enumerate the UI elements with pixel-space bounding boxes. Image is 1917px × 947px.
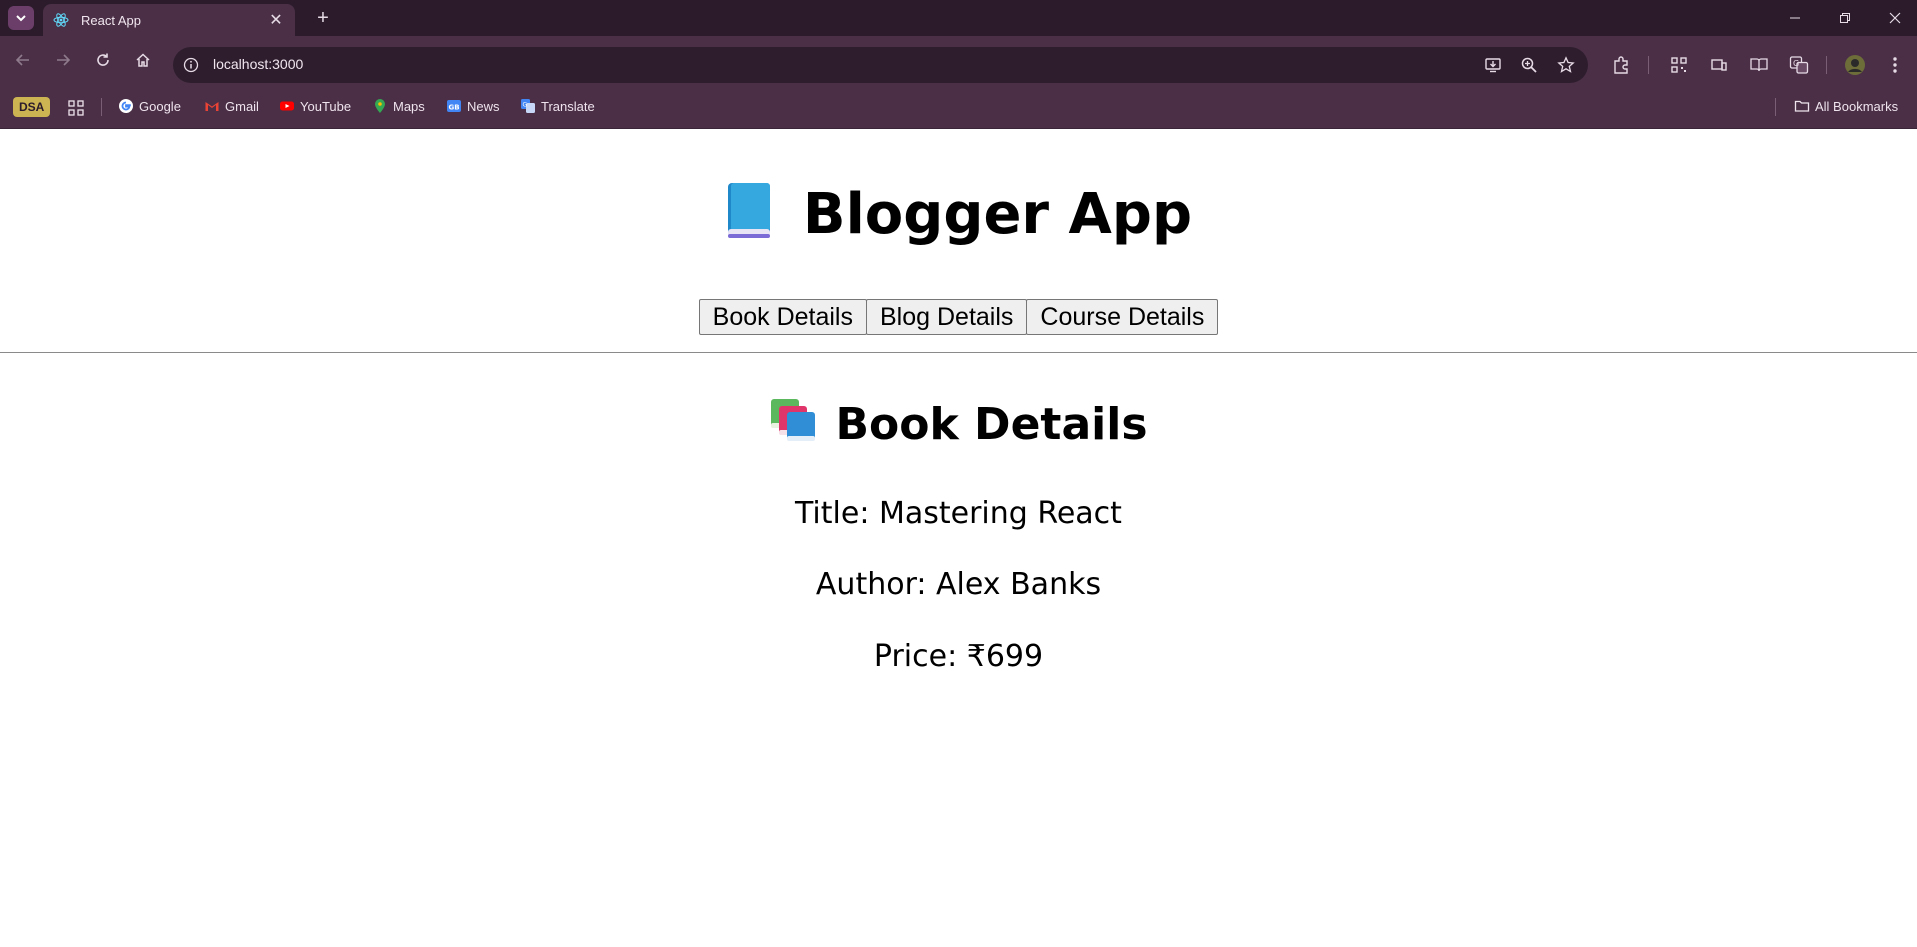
back-button[interactable] (9, 46, 37, 74)
course-details-button[interactable]: Course Details (1026, 299, 1219, 335)
extensions-icon[interactable] (1610, 54, 1632, 76)
toolbar-separator (1826, 56, 1827, 74)
book-details-button[interactable]: Book Details (698, 299, 867, 335)
all-bookmarks-button[interactable]: All Bookmarks (1794, 92, 1898, 120)
bookmark-youtube[interactable]: YouTube (279, 92, 351, 120)
bookmark-label: Maps (393, 98, 425, 114)
app-title: Blogger App (0, 179, 1917, 250)
browser-tab[interactable]: React App ✕ (43, 4, 295, 36)
bookmark-separator (1775, 98, 1776, 116)
bookmark-maps[interactable]: Maps (372, 92, 425, 120)
bookmark-label: YouTube (300, 98, 352, 114)
bookmark-label: Gmail (225, 98, 259, 114)
news-icon: GB (447, 100, 461, 112)
bookmark-translate[interactable]: G Translate (520, 92, 595, 120)
books-icon (771, 399, 816, 441)
tab-close-icon[interactable]: ✕ (267, 10, 285, 30)
nav-buttons: Book Details Blog Details Course Details (0, 299, 1917, 335)
bookmark-news[interactable]: GB News (446, 92, 500, 120)
tab-title: React App (81, 12, 141, 28)
close-icon (1889, 12, 1901, 24)
reload-icon (97, 53, 109, 66)
install-app-icon[interactable] (1483, 55, 1503, 75)
profile-avatar[interactable] (1844, 54, 1866, 76)
book-author: Author: Alex Banks (815, 567, 1102, 602)
tab-search-button[interactable] (8, 6, 34, 30)
all-bookmarks-label: All Bookmarks (1815, 98, 1899, 114)
bookmark-label: Translate (541, 98, 595, 114)
folder-icon (1794, 100, 1810, 112)
svg-text:G: G (523, 102, 528, 109)
toolbar-separator (1648, 56, 1649, 74)
home-button[interactable] (129, 46, 157, 74)
minimize-button[interactable] (1770, 0, 1820, 36)
divider (0, 352, 1917, 353)
restore-button[interactable] (1820, 0, 1870, 36)
youtube-icon (280, 101, 294, 111)
translate-icon[interactable]: G (1788, 54, 1810, 76)
section-title: Book Details (0, 397, 1917, 452)
bookmark-separator (101, 98, 102, 116)
bookmark-label: Google (139, 98, 181, 114)
react-icon (53, 13, 69, 27)
minimize-icon (1790, 17, 1800, 19)
page-content: Blogger App Book Details Blog Details Co… (0, 129, 1917, 947)
translate-icon: G (521, 99, 535, 113)
book-price: Price: ₹699 (873, 639, 1044, 674)
qr-code-icon[interactable] (1668, 54, 1690, 76)
maps-pin-icon (375, 99, 385, 113)
blog-details-button[interactable]: Blog Details (866, 299, 1028, 335)
reading-mode-icon[interactable] (1748, 54, 1770, 76)
url-text[interactable]: localhost:3000 (213, 56, 303, 72)
apps-grid-icon[interactable] (68, 94, 84, 122)
bookmark-gmail[interactable]: Gmail (204, 92, 259, 120)
chevron-down-icon (16, 15, 26, 22)
google-icon (119, 99, 133, 113)
zoom-icon[interactable] (1519, 55, 1539, 75)
menu-dots-icon[interactable] (1884, 54, 1906, 76)
address-bar[interactable]: localhost:3000 (173, 47, 1588, 83)
forward-button[interactable] (49, 46, 77, 74)
bookmark-google[interactable]: Google (118, 92, 181, 120)
section-title-text: Book Details (835, 399, 1148, 450)
arrow-left-icon (15, 54, 29, 66)
home-icon (136, 53, 150, 67)
browser-titlebar: React App ✕ + (0, 0, 1917, 36)
app-title-text: Blogger App (802, 182, 1193, 247)
svg-text:GB: GB (449, 104, 460, 112)
devices-icon[interactable] (1708, 54, 1730, 76)
bookmark-dsa[interactable]: DSA (13, 97, 51, 117)
blue-book-icon (727, 183, 770, 238)
svg-text:G: G (1793, 59, 1799, 68)
bookmark-star-icon[interactable] (1556, 55, 1576, 75)
info-icon[interactable] (181, 55, 201, 75)
gmail-icon (205, 102, 219, 111)
close-window-button[interactable] (1870, 0, 1917, 36)
new-tab-button[interactable]: + (312, 7, 334, 29)
reload-button[interactable] (89, 46, 117, 74)
book-title: Title: Mastering React (795, 496, 1122, 531)
arrow-right-icon (57, 54, 71, 66)
restore-icon (1840, 13, 1850, 23)
bookmark-label: News (467, 98, 500, 114)
